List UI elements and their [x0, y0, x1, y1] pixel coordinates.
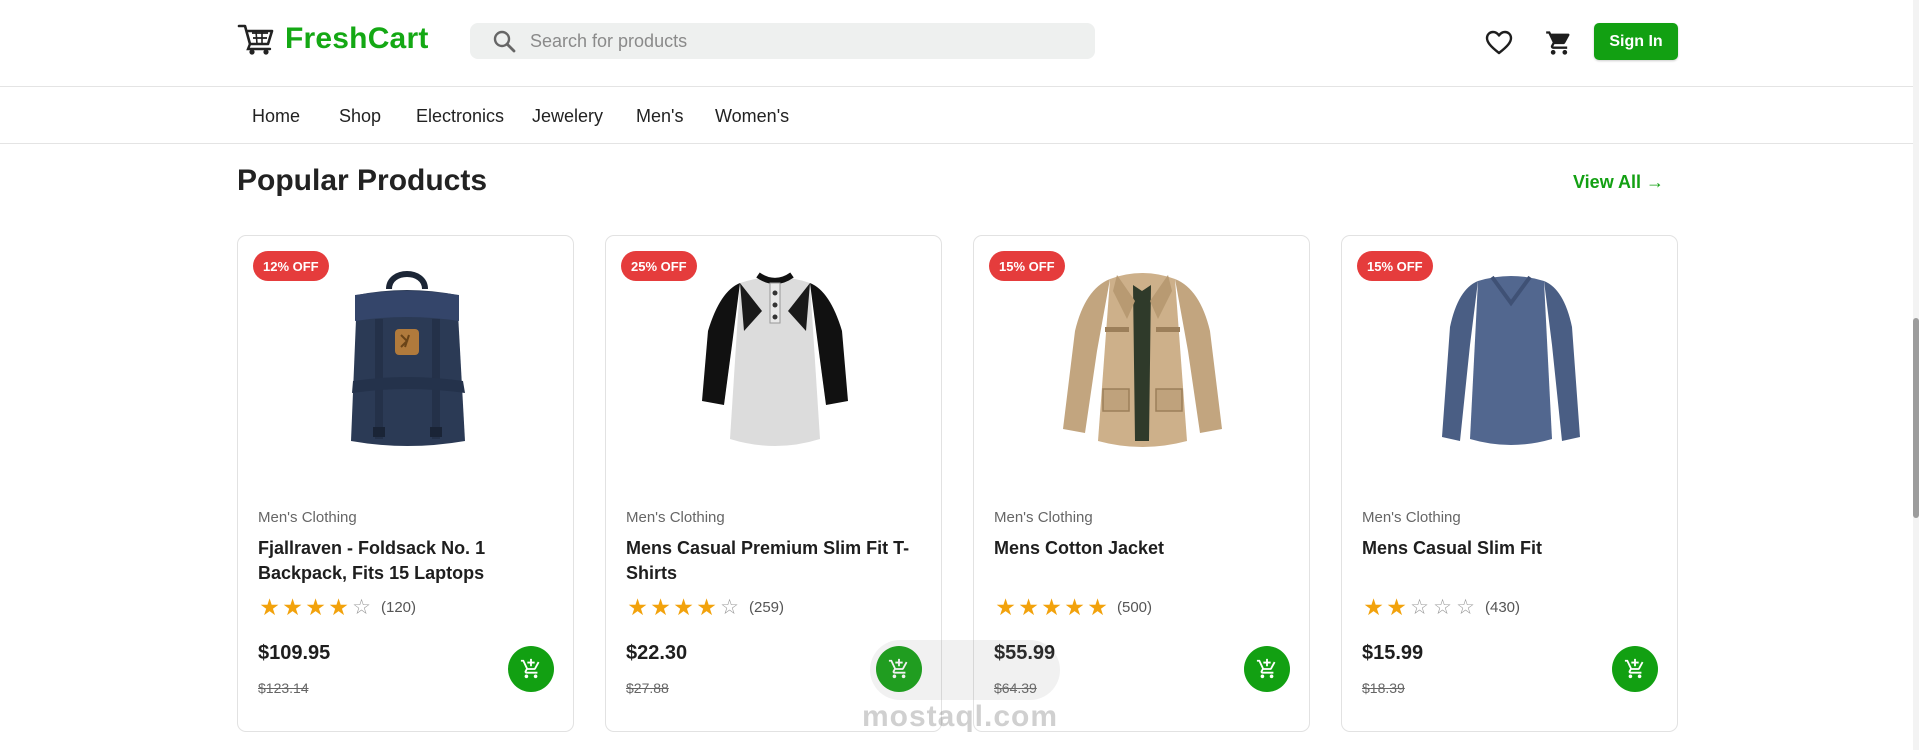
- product-name[interactable]: Mens Cotton Jacket: [994, 536, 1294, 561]
- star-empty-icon: ☆: [1433, 596, 1452, 619]
- original-price: $123.14: [258, 680, 309, 696]
- star-filled-icon: ★: [696, 594, 717, 620]
- product-category: Men's Clothing: [1362, 509, 1461, 526]
- section-title: Popular Products: [237, 164, 488, 197]
- add-to-cart-button[interactable]: [1244, 646, 1290, 692]
- product-image-shirt[interactable]: [1402, 258, 1619, 458]
- product-image-backpack[interactable]: [298, 258, 515, 458]
- star-filled-icon: ★: [673, 594, 694, 620]
- star-rating: ★ ★ ★ ★ ☆ (259): [626, 594, 785, 620]
- review-count: (430): [1485, 599, 1521, 616]
- nav-home[interactable]: Home: [252, 106, 300, 127]
- product-image-jacket[interactable]: [1034, 258, 1251, 458]
- logo[interactable]: FreshCart: [237, 22, 429, 56]
- star-rating: ★ ★ ☆ ☆ ☆ (430): [1362, 594, 1521, 620]
- nav-shop[interactable]: Shop: [339, 106, 381, 127]
- original-price: $27.88: [626, 680, 669, 696]
- shopping-cart-logo-icon: [237, 24, 274, 55]
- search-bar[interactable]: [470, 23, 1095, 59]
- main-nav: Home Shop Electronics Jewelery Men's Wom…: [0, 88, 1913, 144]
- search-input[interactable]: [530, 30, 1050, 52]
- long-sleeve-shirt-image: [1441, 275, 1580, 445]
- raglan-tshirt-image: [701, 271, 848, 446]
- product-card[interactable]: 12% OFF Men's Clothing Fjallraven - Fold…: [237, 235, 574, 732]
- nav-womens[interactable]: Women's: [715, 106, 789, 127]
- star-empty-icon: ☆: [720, 596, 739, 619]
- review-count: (120): [381, 599, 417, 616]
- heart-icon: [1485, 30, 1513, 55]
- product-image-tshirt[interactable]: [666, 258, 883, 458]
- brand-name: FreshCart: [285, 22, 429, 55]
- star-filled-icon: ★: [1018, 594, 1039, 620]
- add-to-cart-button[interactable]: [508, 646, 554, 692]
- cart-add-icon: [520, 658, 540, 679]
- star-filled-icon: ★: [1363, 594, 1384, 620]
- jacket-image: [1063, 272, 1222, 447]
- star-rating: ★ ★ ★ ★ ★ (500): [994, 596, 1152, 619]
- scrollbar-thumb[interactable]: [1913, 318, 1919, 518]
- product-category: Men's Clothing: [994, 509, 1093, 526]
- product-category: Men's Clothing: [258, 509, 357, 526]
- review-count: (259): [749, 599, 785, 616]
- search-icon: [493, 30, 516, 53]
- cart-add-icon: [1624, 658, 1644, 679]
- star-empty-icon: ☆: [1410, 596, 1429, 619]
- star-filled-icon: ★: [305, 594, 326, 620]
- watermark-shape: [870, 640, 1060, 700]
- star-filled-icon: ★: [1386, 594, 1407, 620]
- original-price: $18.39: [1362, 680, 1405, 696]
- review-count: (500): [1117, 599, 1153, 616]
- nav-mens[interactable]: Men's: [636, 106, 683, 127]
- wishlist-button[interactable]: [1484, 28, 1514, 58]
- add-to-cart-button[interactable]: [1612, 646, 1658, 692]
- product-name[interactable]: Fjallraven - Foldsack No. 1 Backpack, Fi…: [258, 536, 558, 586]
- star-filled-icon: ★: [650, 594, 671, 620]
- cart-add-icon: [1256, 658, 1276, 679]
- watermark: mostaql.com: [862, 700, 1059, 733]
- view-all-link[interactable]: View All →: [1573, 172, 1664, 193]
- product-category: Men's Clothing: [626, 509, 725, 526]
- product-card[interactable]: 15% OFF Men's Clothing Mens Casual Slim …: [1341, 235, 1678, 732]
- backpack-image: [350, 270, 465, 446]
- star-empty-icon: ☆: [1456, 596, 1475, 619]
- cart-button[interactable]: [1544, 28, 1574, 58]
- star-filled-icon: ★: [328, 594, 349, 620]
- star-empty-icon: ☆: [352, 596, 371, 619]
- star-filled-icon: ★: [1041, 594, 1062, 620]
- product-price: $109.95: [258, 642, 331, 664]
- star-filled-icon: ★: [282, 594, 303, 620]
- star-filled-icon: ★: [995, 594, 1016, 620]
- cart-icon: [1546, 31, 1570, 55]
- star-filled-icon: ★: [627, 594, 648, 620]
- product-price: $22.30: [626, 642, 688, 664]
- nav-jewelery[interactable]: Jewelery: [532, 106, 603, 127]
- sign-in-button[interactable]: Sign In: [1594, 23, 1678, 60]
- star-rating: ★ ★ ★ ★ ☆ (120): [258, 594, 417, 620]
- star-filled-icon: ★: [259, 594, 280, 620]
- product-name[interactable]: Mens Casual Premium Slim Fit T-Shirts: [626, 536, 926, 586]
- nav-electronics[interactable]: Electronics: [416, 106, 504, 127]
- product-name[interactable]: Mens Casual Slim Fit: [1362, 536, 1662, 561]
- site-header: FreshCart Sign In: [0, 0, 1913, 87]
- star-filled-icon: ★: [1064, 594, 1085, 620]
- star-filled-icon: ★: [1087, 594, 1108, 620]
- product-price: $15.99: [1362, 642, 1424, 664]
